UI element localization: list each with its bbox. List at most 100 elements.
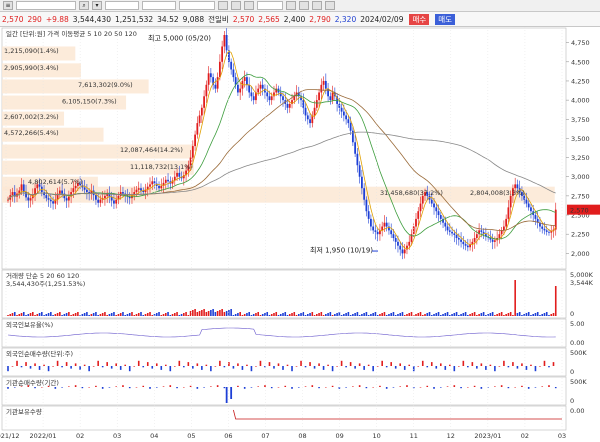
menu-icon[interactable]: ≡ [3,1,13,10]
volume-bar [270,314,273,316]
candle-body [331,92,334,101]
inst-net-bar [128,387,131,389]
volume-bar [248,312,250,316]
volume-bar [176,312,178,316]
tool-icon-4[interactable] [286,1,296,10]
foreign-net-bar [300,360,302,366]
candle-body [104,195,106,199]
candle-body [318,92,320,101]
volume-bar [237,313,239,316]
foreign-net-bar [471,362,474,366]
candle-body [403,249,406,254]
candle-body [548,231,550,233]
inst-net-bar [237,385,239,387]
volume-bar [45,314,48,316]
x-axis-label: 09 [335,432,343,440]
tool-icon-7[interactable] [325,1,335,10]
foreign-net-bar [228,362,230,366]
sell-button[interactable]: 매도 [435,13,456,25]
volume-bar [92,313,95,316]
candle-body [137,188,140,190]
volume-bar [97,315,99,316]
inst-net-bar [426,385,429,387]
tool-icon-1[interactable] [218,1,228,10]
inst-net-bar [230,387,233,399]
foreign-net-bar [83,364,86,366]
volume-bar [433,314,435,316]
inst-net-bar [467,387,469,388]
foreign-net-bar [174,366,176,367]
period-select[interactable] [105,1,139,10]
volume-bar [316,314,318,316]
unit-select[interactable] [142,1,176,10]
dropdown-icon[interactable]: ▾ [92,1,102,10]
count-input[interactable] [257,1,283,10]
x-axis-label: 05 [187,432,195,440]
tool-icon-3[interactable] [244,1,254,10]
candle-body [480,230,483,232]
volume-bar [399,313,402,316]
volume-bar [543,313,546,316]
foreign-net-bar [354,366,356,369]
candle-body [22,184,25,193]
panel-axis-label: 500K [570,349,587,357]
buy-button[interactable]: 매수 [409,13,430,25]
candle-body [444,222,447,227]
volume-profile-label: 2,804,008(3.3%) [470,189,525,197]
volume-bar [322,315,325,316]
candle-body [365,199,368,212]
volume-bar [70,315,72,316]
volume-bar [482,312,485,316]
tool-icon-2[interactable] [231,1,241,10]
candle-body [261,84,264,89]
foreign-net-bar [309,362,311,366]
tool-icon-6[interactable] [312,1,322,10]
stock-code-input[interactable] [16,1,76,10]
candle-body [135,189,138,193]
inst-net-bar [507,387,510,389]
volume-bar [397,314,399,316]
candle-body [527,203,530,208]
volume-bar [460,314,462,316]
volume-bar [491,312,494,316]
panel-axis-label: 0.00 [570,407,584,415]
inst-net-bar [527,387,530,389]
volume-bar [487,314,489,316]
candle-body [390,230,393,235]
inst-net-bar [115,386,117,387]
candle-body [218,61,221,78]
volume-bar [291,313,293,316]
volume-bar [530,315,532,316]
foreign-net-panel: 외국인순매수량(단위:주) 500K 0 [1,347,587,377]
candle-body [259,84,262,89]
volume-bar [548,315,550,316]
volume-bar [261,314,264,316]
inst-net-bar [54,387,57,389]
volume-profile-label: 31,458,680(37.2%) [380,189,443,197]
candle-body [72,188,75,193]
volume-bar [65,313,68,316]
volume-bar [95,312,97,316]
volume-profile-label: 6,105,150(7.3%) [62,98,117,106]
price-axis-label: 4,750 [571,39,590,47]
inst-net-bar [142,385,145,387]
candle-body [327,88,329,97]
foreign-net-bar [345,366,347,368]
volume-bar [185,312,187,316]
x-axis-label: 2023/01 [474,432,501,440]
volume-bar [178,315,181,316]
inst-net-bar [155,387,158,388]
candle-body [239,88,242,93]
volume-bar [246,313,248,316]
search-icon[interactable]: ⌕ [79,1,89,10]
volume-bar [135,314,138,316]
foreign-net-bar [417,366,420,367]
volume-bar [485,315,487,316]
tool-icon-5[interactable] [299,1,309,10]
volume-profile-label: 2,905,990(3.4%) [4,64,59,72]
candle-body [65,198,68,201]
chart-area[interactable]: 일간 [단위:원] 가격 이동평균 5 10 20 50 1204,7504,5… [0,27,600,442]
candle-body [534,215,537,219]
interval-select[interactable] [179,1,215,10]
volume-bar [7,315,9,316]
